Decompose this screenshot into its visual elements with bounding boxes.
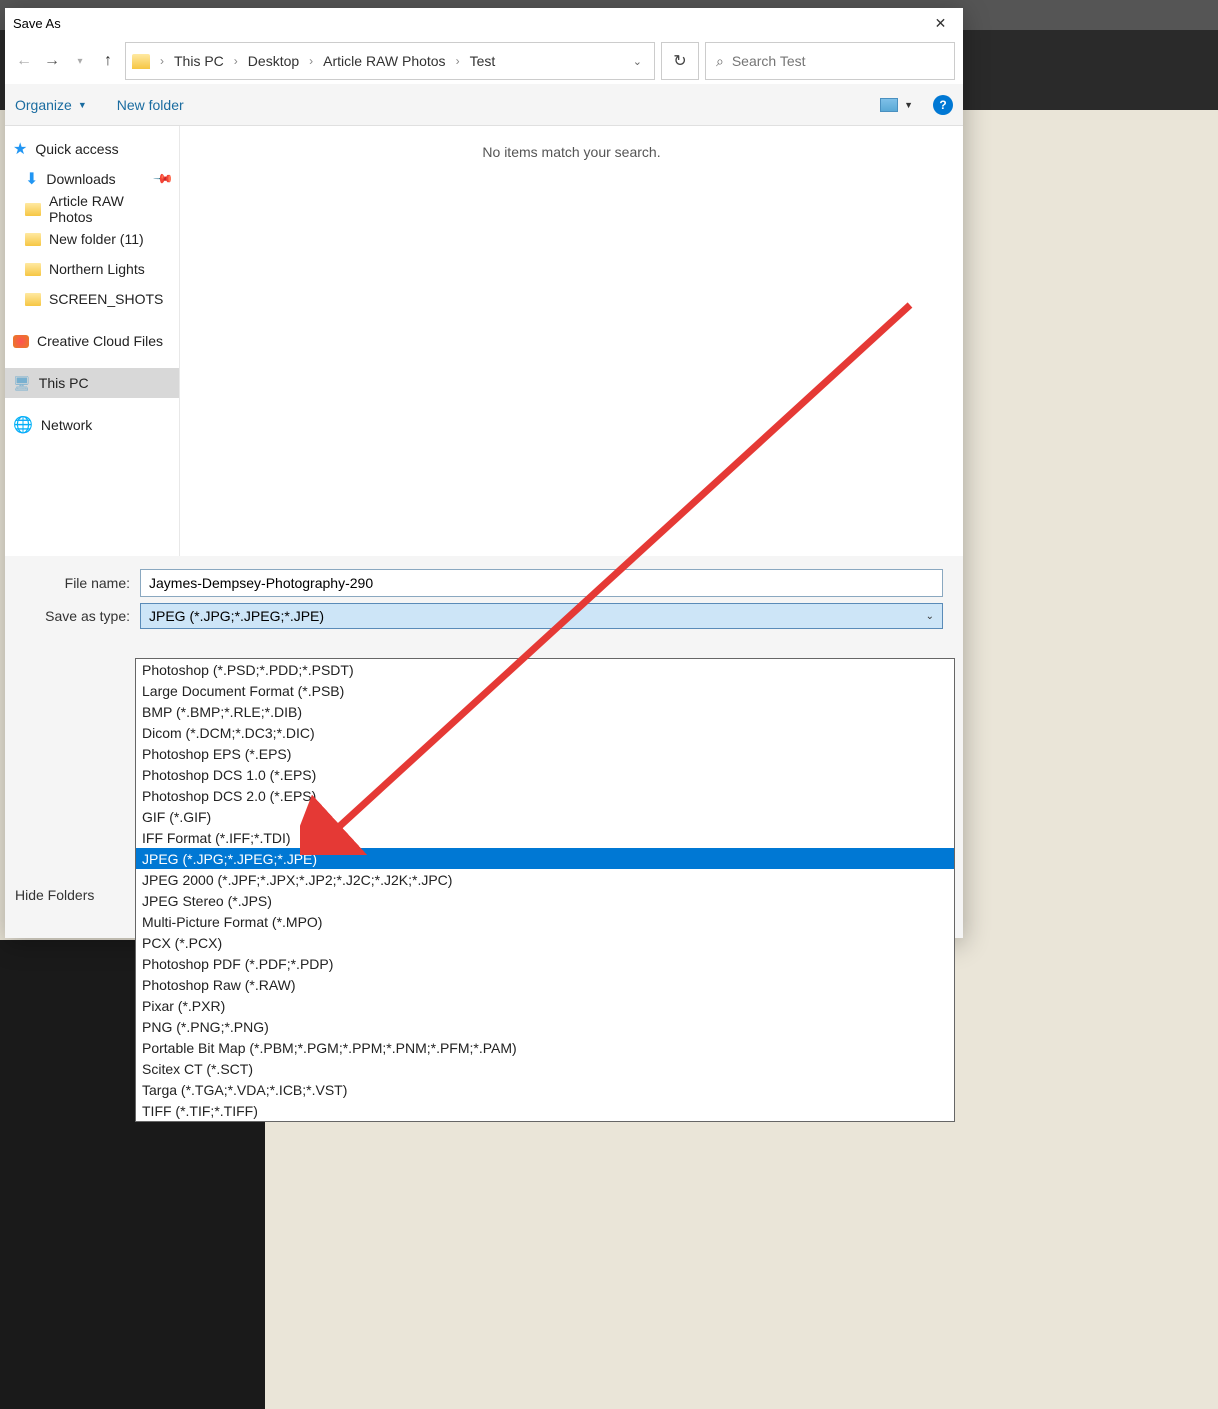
folder-icon xyxy=(25,293,41,306)
filetype-option[interactable]: Scitex CT (*.SCT) xyxy=(136,1058,954,1079)
filetype-option[interactable]: Photoshop DCS 1.0 (*.EPS) xyxy=(136,764,954,785)
help-button[interactable]: ? xyxy=(933,95,953,115)
filetype-dropdown[interactable]: Photoshop (*.PSD;*.PDD;*.PSDT)Large Docu… xyxy=(135,658,955,1122)
view-icon xyxy=(880,98,898,112)
filename-label: File name: xyxy=(15,575,140,591)
forward-button[interactable]: → xyxy=(41,50,63,72)
chevron-icon: › xyxy=(452,54,464,68)
filetype-option[interactable]: Photoshop (*.PSD;*.PDD;*.PSDT) xyxy=(136,659,954,680)
filetype-option[interactable]: Photoshop PDF (*.PDF;*.PDP) xyxy=(136,953,954,974)
chevron-icon: › xyxy=(156,54,168,68)
network-icon: 🌐 xyxy=(13,415,33,435)
filetype-option[interactable]: IFF Format (*.IFF;*.TDI) xyxy=(136,827,954,848)
chevron-down-icon[interactable]: ⌄ xyxy=(633,55,648,68)
filetype-option[interactable]: PCX (*.PCX) xyxy=(136,932,954,953)
network-item[interactable]: 🌐 Network xyxy=(5,410,179,440)
filetype-option[interactable]: PNG (*.PNG;*.PNG) xyxy=(136,1016,954,1037)
breadcrumb-item[interactable]: Article RAW Photos xyxy=(317,53,451,69)
back-button[interactable]: ← xyxy=(13,50,35,72)
search-box[interactable]: ⌕ xyxy=(705,42,955,80)
chevron-icon: › xyxy=(230,54,242,68)
filetype-option[interactable]: Portable Bit Map (*.PBM;*.PGM;*.PPM;*.PN… xyxy=(136,1037,954,1058)
filetype-option[interactable]: JPEG 2000 (*.JPF;*.JPX;*.JP2;*.J2C;*.J2K… xyxy=(136,869,954,890)
command-toolbar: Organize ▼ New folder ▼ ? xyxy=(5,84,963,126)
dialog-titlebar: Save As ✕ xyxy=(5,8,963,38)
breadcrumb-item[interactable]: Desktop xyxy=(242,53,305,69)
chevron-down-icon: ⌄ xyxy=(926,611,934,622)
dropdown-icon: ▼ xyxy=(78,100,87,110)
empty-message: No items match your search. xyxy=(482,144,660,160)
folder-item[interactable]: Northern Lights xyxy=(5,254,179,284)
folder-item[interactable]: SCREEN_SHOTS xyxy=(5,284,179,314)
saveastype-value: JPEG (*.JPG;*.JPEG;*.JPE) xyxy=(149,608,324,624)
filetype-option[interactable]: Photoshop DCS 2.0 (*.EPS) xyxy=(136,785,954,806)
sidebar-label: Creative Cloud Files xyxy=(37,333,163,349)
folder-item[interactable]: Article RAW Photos xyxy=(5,194,179,224)
pin-icon: 📌 xyxy=(152,168,175,191)
saveastype-label: Save as type: xyxy=(15,608,140,624)
download-icon: ⬇ xyxy=(25,169,38,189)
folder-icon xyxy=(132,54,150,69)
search-icon: ⌕ xyxy=(716,53,724,70)
folder-item[interactable]: New folder (11) xyxy=(5,224,179,254)
sidebar-label: Northern Lights xyxy=(49,261,145,277)
breadcrumb-item[interactable]: This PC xyxy=(168,53,230,69)
dialog-title: Save As xyxy=(13,16,61,31)
pc-icon: 🖥 xyxy=(13,375,31,392)
navigation-pane: ★ Quick access ⬇ Downloads 📌 Article RAW… xyxy=(5,126,180,556)
filetype-option[interactable]: BMP (*.BMP;*.RLE;*.DIB) xyxy=(136,701,954,722)
organize-label: Organize xyxy=(15,97,72,113)
filetype-option[interactable]: Photoshop Raw (*.RAW) xyxy=(136,974,954,995)
folder-icon xyxy=(25,263,41,276)
filetype-option[interactable]: Photoshop EPS (*.EPS) xyxy=(136,743,954,764)
saveastype-combo[interactable]: JPEG (*.JPG;*.JPEG;*.JPE) ⌄ xyxy=(140,603,943,629)
dropdown-icon: ▼ xyxy=(904,100,913,110)
sidebar-label: This PC xyxy=(39,375,89,391)
recent-dropdown[interactable]: ▾ xyxy=(69,50,91,72)
folder-icon xyxy=(25,233,41,246)
nav-toolbar: ← → ▾ ↑ › This PC › Desktop › Article RA… xyxy=(5,38,963,84)
new-folder-button[interactable]: New folder xyxy=(117,97,184,113)
filetype-option[interactable]: Pixar (*.PXR) xyxy=(136,995,954,1016)
creative-cloud-item[interactable]: Creative Cloud Files xyxy=(5,326,179,356)
filetype-option[interactable]: Targa (*.TGA;*.VDA;*.ICB;*.VST) xyxy=(136,1079,954,1100)
file-list: No items match your search. xyxy=(180,126,963,556)
folder-icon xyxy=(25,203,41,216)
filetype-option[interactable]: TIFF (*.TIF;*.TIFF) xyxy=(136,1100,954,1121)
sidebar-label: SCREEN_SHOTS xyxy=(49,291,163,307)
filename-input[interactable] xyxy=(140,569,943,597)
sidebar-label: Downloads xyxy=(46,171,115,187)
cloud-icon xyxy=(13,335,29,348)
sidebar-label: Network xyxy=(41,417,92,433)
up-button[interactable]: ↑ xyxy=(97,50,119,72)
star-icon: ★ xyxy=(13,139,27,159)
this-pc-item[interactable]: 🖥 This PC xyxy=(5,368,179,398)
chevron-icon: › xyxy=(305,54,317,68)
search-input[interactable] xyxy=(732,53,944,69)
close-button[interactable]: ✕ xyxy=(918,8,963,38)
filetype-option[interactable]: GIF (*.GIF) xyxy=(136,806,954,827)
filetype-option[interactable]: Dicom (*.DCM;*.DC3;*.DIC) xyxy=(136,722,954,743)
organize-button[interactable]: Organize ▼ xyxy=(15,97,87,113)
sidebar-label: New folder (11) xyxy=(49,231,144,247)
refresh-button[interactable]: ↻ xyxy=(661,42,699,80)
breadcrumb-item[interactable]: Test xyxy=(464,53,502,69)
filetype-option[interactable]: JPEG (*.JPG;*.JPEG;*.JPE) xyxy=(136,848,954,869)
filetype-option[interactable]: Multi-Picture Format (*.MPO) xyxy=(136,911,954,932)
filetype-option[interactable]: Large Document Format (*.PSB) xyxy=(136,680,954,701)
sidebar-label: Article RAW Photos xyxy=(49,193,171,225)
view-button[interactable]: ▼ xyxy=(880,98,913,112)
sidebar-label: Quick access xyxy=(35,141,118,157)
content-area: ★ Quick access ⬇ Downloads 📌 Article RAW… xyxy=(5,126,963,556)
quick-access-item[interactable]: ★ Quick access xyxy=(5,134,179,164)
breadcrumb[interactable]: › This PC › Desktop › Article RAW Photos… xyxy=(125,42,655,80)
filetype-option[interactable]: JPEG Stereo (*.JPS) xyxy=(136,890,954,911)
downloads-item[interactable]: ⬇ Downloads 📌 xyxy=(5,164,179,194)
